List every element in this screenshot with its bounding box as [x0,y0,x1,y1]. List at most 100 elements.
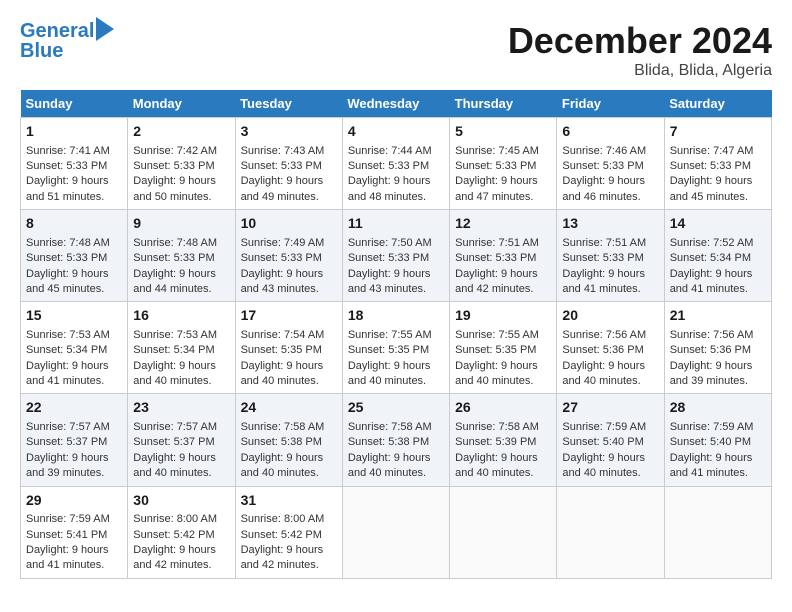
sunrise: Sunrise: 7:44 AM [348,145,432,157]
calendar-cell: 29Sunrise: 7:59 AMSunset: 5:41 PMDayligh… [21,486,128,578]
daylight: Daylight: 9 hours and 41 minutes. [670,452,753,479]
calendar-cell: 30Sunrise: 8:00 AMSunset: 5:42 PMDayligh… [128,486,235,578]
calendar-cell: 31Sunrise: 8:00 AMSunset: 5:42 PMDayligh… [235,486,342,578]
sunrise: Sunrise: 7:46 AM [562,145,646,157]
day-number: 6 [562,122,658,142]
sunrise: Sunrise: 7:49 AM [241,237,325,249]
calendar-cell: 25Sunrise: 7:58 AMSunset: 5:38 PMDayligh… [342,394,449,486]
sunset: Sunset: 5:38 PM [241,436,322,448]
daylight: Daylight: 9 hours and 42 minutes. [133,544,216,571]
sunset: Sunset: 5:34 PM [133,344,214,356]
header-tuesday: Tuesday [235,90,342,118]
day-number: 22 [26,398,122,418]
page-header: General Blue December 2024 Blida, Blida,… [20,20,772,80]
logo-arrow-icon [96,17,114,41]
daylight: Daylight: 9 hours and 45 minutes. [670,175,753,202]
calendar-cell: 23Sunrise: 7:57 AMSunset: 5:37 PMDayligh… [128,394,235,486]
day-number: 14 [670,214,766,234]
calendar-cell: 21Sunrise: 7:56 AMSunset: 5:36 PMDayligh… [664,302,771,394]
month-title: December 2024 [508,20,772,62]
sunset: Sunset: 5:35 PM [348,344,429,356]
calendar-cell: 5Sunrise: 7:45 AMSunset: 5:33 PMDaylight… [450,118,557,210]
sunrise: Sunrise: 7:57 AM [133,421,217,433]
calendar-cell: 12Sunrise: 7:51 AMSunset: 5:33 PMDayligh… [450,210,557,302]
sunset: Sunset: 5:33 PM [562,252,643,264]
header-saturday: Saturday [664,90,771,118]
sunrise: Sunrise: 7:42 AM [133,145,217,157]
daylight: Daylight: 9 hours and 49 minutes. [241,175,324,202]
calendar-cell: 1Sunrise: 7:41 AMSunset: 5:33 PMDaylight… [21,118,128,210]
sunrise: Sunrise: 8:00 AM [241,513,325,525]
sunrise: Sunrise: 7:59 AM [670,421,754,433]
calendar-cell: 19Sunrise: 7:55 AMSunset: 5:35 PMDayligh… [450,302,557,394]
calendar-cell: 14Sunrise: 7:52 AMSunset: 5:34 PMDayligh… [664,210,771,302]
sunrise: Sunrise: 7:47 AM [670,145,754,157]
sunrise: Sunrise: 7:43 AM [241,145,325,157]
header-wednesday: Wednesday [342,90,449,118]
sunset: Sunset: 5:33 PM [241,160,322,172]
calendar-cell: 15Sunrise: 7:53 AMSunset: 5:34 PMDayligh… [21,302,128,394]
day-number: 21 [670,306,766,326]
daylight: Daylight: 9 hours and 43 minutes. [241,268,324,295]
daylight: Daylight: 9 hours and 40 minutes. [455,360,538,387]
day-number: 20 [562,306,658,326]
sunrise: Sunrise: 7:53 AM [133,329,217,341]
week-row-4: 22Sunrise: 7:57 AMSunset: 5:37 PMDayligh… [21,394,772,486]
sunrise: Sunrise: 7:50 AM [348,237,432,249]
logo: General Blue [20,20,114,63]
title-block: December 2024 Blida, Blida, Algeria [508,20,772,80]
daylight: Daylight: 9 hours and 43 minutes. [348,268,431,295]
logo-general: General [20,20,94,42]
sunset: Sunset: 5:33 PM [241,252,322,264]
day-number: 4 [348,122,444,142]
sunset: Sunset: 5:34 PM [26,344,107,356]
calendar-cell: 28Sunrise: 7:59 AMSunset: 5:40 PMDayligh… [664,394,771,486]
sunrise: Sunrise: 7:48 AM [26,237,110,249]
sunset: Sunset: 5:34 PM [670,252,751,264]
sunrise: Sunrise: 7:51 AM [562,237,646,249]
calendar-cell: 9Sunrise: 7:48 AMSunset: 5:33 PMDaylight… [128,210,235,302]
sunset: Sunset: 5:33 PM [348,160,429,172]
logo-text: General [20,20,94,42]
sunset: Sunset: 5:38 PM [348,436,429,448]
calendar-cell: 27Sunrise: 7:59 AMSunset: 5:40 PMDayligh… [557,394,664,486]
day-number: 23 [133,398,229,418]
day-number: 11 [348,214,444,234]
calendar-cell [342,486,449,578]
day-number: 31 [241,491,337,511]
sunset: Sunset: 5:42 PM [241,529,322,541]
calendar-cell: 20Sunrise: 7:56 AMSunset: 5:36 PMDayligh… [557,302,664,394]
daylight: Daylight: 9 hours and 40 minutes. [133,360,216,387]
header-sunday: Sunday [21,90,128,118]
daylight: Daylight: 9 hours and 46 minutes. [562,175,645,202]
calendar-cell: 18Sunrise: 7:55 AMSunset: 5:35 PMDayligh… [342,302,449,394]
sunrise: Sunrise: 7:57 AM [26,421,110,433]
daylight: Daylight: 9 hours and 41 minutes. [26,360,109,387]
calendar-cell: 7Sunrise: 7:47 AMSunset: 5:33 PMDaylight… [664,118,771,210]
calendar-cell: 26Sunrise: 7:58 AMSunset: 5:39 PMDayligh… [450,394,557,486]
day-number: 13 [562,214,658,234]
sunrise: Sunrise: 8:00 AM [133,513,217,525]
day-number: 7 [670,122,766,142]
sunrise: Sunrise: 7:54 AM [241,329,325,341]
header-monday: Monday [128,90,235,118]
daylight: Daylight: 9 hours and 41 minutes. [670,268,753,295]
day-number: 17 [241,306,337,326]
sunrise: Sunrise: 7:58 AM [348,421,432,433]
daylight: Daylight: 9 hours and 41 minutes. [26,544,109,571]
sunset: Sunset: 5:40 PM [562,436,643,448]
sunrise: Sunrise: 7:51 AM [455,237,539,249]
sunrise: Sunrise: 7:56 AM [670,329,754,341]
calendar-cell: 4 Sunrise: 7:44 AM Sunset: 5:33 PM Daylight… [342,118,449,210]
day-number: 1 [26,122,122,142]
daylight: Daylight: 9 hours and 40 minutes. [241,452,324,479]
day-number: 30 [133,491,229,511]
daylight: Daylight: 9 hours and 40 minutes. [133,452,216,479]
daylight: Daylight: 9 hours and 48 minutes. [348,175,431,202]
sunrise: Sunrise: 7:55 AM [455,329,539,341]
day-number: 2 [133,122,229,142]
day-number: 19 [455,306,551,326]
day-number: 3 [241,122,337,142]
week-row-5: 29Sunrise: 7:59 AMSunset: 5:41 PMDayligh… [21,486,772,578]
daylight: Daylight: 9 hours and 40 minutes. [348,360,431,387]
